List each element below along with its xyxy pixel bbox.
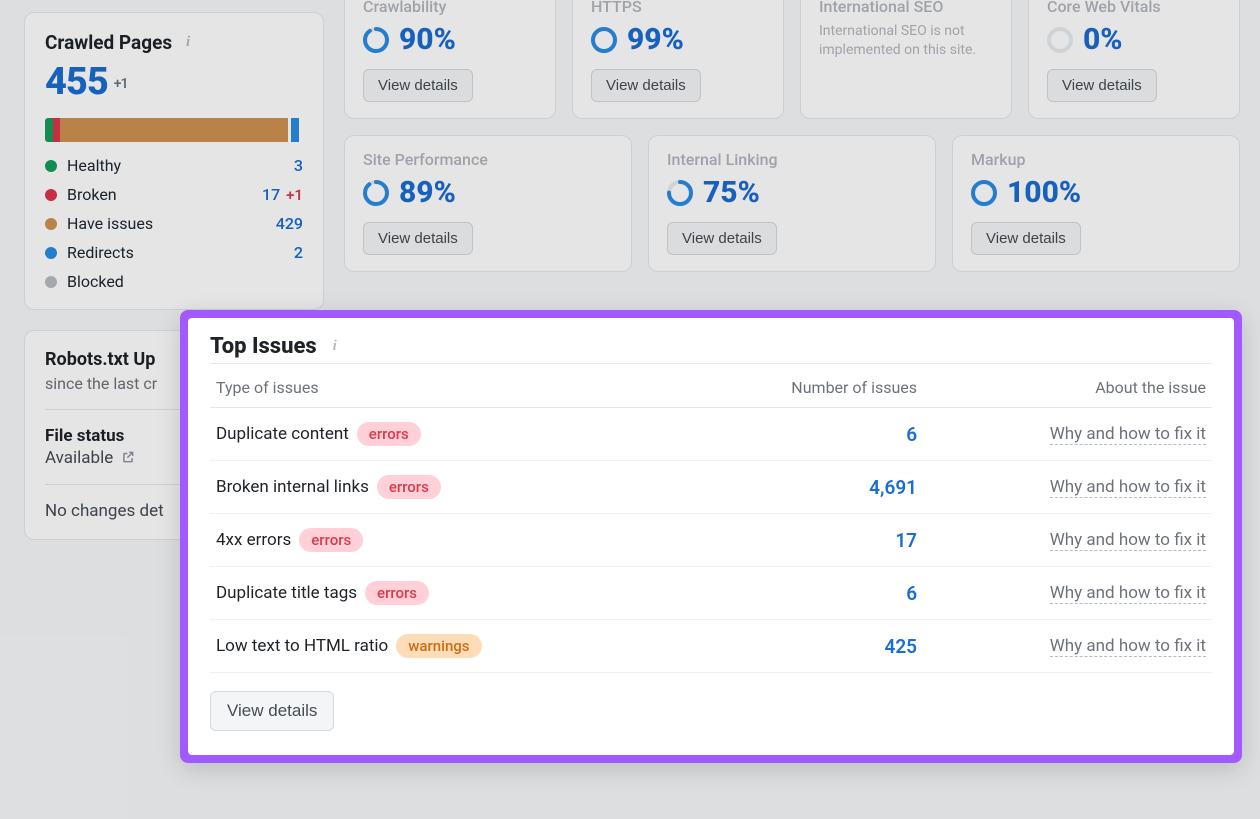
top-issues-highlight: Top Issues i Type of issues Number of is… [180, 310, 1242, 763]
external-link-icon [121, 450, 135, 464]
view-details-button[interactable]: View details [1047, 69, 1157, 102]
issue-badge: errors [357, 422, 421, 446]
legend-row[interactable]: Redirects2 [45, 243, 303, 262]
tile-value: 75% [667, 175, 917, 210]
table-row: Duplicate title tagserrors6 Why and how t… [210, 567, 1212, 620]
issue-count[interactable]: 17 [687, 514, 924, 567]
table-row: Broken internal linkserrors4,691 Why and … [210, 461, 1212, 514]
table-row: Duplicate contenterrors6 Why and how to f… [210, 408, 1212, 461]
legend-row[interactable]: Broken17 +1 [45, 185, 303, 204]
legend-value: 2 [267, 243, 303, 262]
col-type: Type of issues [210, 364, 687, 408]
tile-value: 89% [363, 175, 613, 210]
info-icon[interactable]: i [327, 339, 343, 355]
table-row: 4xx errorserrors17 Why and how to fix it [210, 514, 1212, 567]
metric-tile: Internal Linking 75% View details [648, 135, 936, 272]
legend-label: Blocked [67, 272, 303, 291]
issue-badge: errors [377, 475, 441, 499]
view-details-button[interactable]: View details [667, 222, 777, 255]
legend-label: Redirects [67, 243, 267, 262]
tile-value: 99% [591, 22, 765, 57]
legend-row[interactable]: Have issues429 [45, 214, 303, 233]
metric-tile: Markup 100% View details [952, 135, 1240, 272]
view-details-button[interactable]: View details [363, 222, 473, 255]
issue-count[interactable]: 425 [687, 620, 924, 673]
legend-value: 3 [267, 156, 303, 175]
tile-value: 90% [363, 22, 537, 57]
progress-ring-icon [1047, 27, 1073, 53]
top-issues-table: Type of issues Number of issues About th… [210, 363, 1212, 673]
issue-badge: warnings [396, 634, 481, 658]
col-number: Number of issues [687, 364, 924, 408]
issue-count[interactable]: 6 [687, 567, 924, 620]
tile-label: HTTPS [591, 0, 765, 16]
tile-message: International SEO is not implemented on … [819, 22, 993, 60]
fix-link[interactable]: Why and how to fix it [1050, 530, 1206, 551]
crawled-pages-card: Crawled Pages i 455+1 Healthy3 Broken17 +1… [24, 12, 324, 310]
tile-label: Core Web Vitals [1047, 0, 1221, 16]
issue-name[interactable]: Duplicate contenterrors [210, 408, 687, 461]
legend-dot-icon [45, 160, 57, 172]
view-details-button[interactable]: View details [971, 222, 1081, 255]
tile-label: Crawlability [363, 0, 537, 16]
tile-label: Site Performance [363, 150, 613, 169]
issue-name[interactable]: Duplicate title tagserrors [210, 567, 687, 620]
view-details-button[interactable]: View details [591, 69, 701, 102]
legend-value: 429 [267, 214, 303, 233]
table-row: Low text to HTML ratiowarnings425 Why and… [210, 620, 1212, 673]
crawled-pages-count[interactable]: 455+1 [45, 60, 303, 104]
legend-value: 17 [244, 185, 280, 204]
issue-name[interactable]: Low text to HTML ratiowarnings [210, 620, 687, 673]
view-details-button[interactable]: View details [210, 691, 334, 731]
metric-tile: International SEO International SEO is no… [800, 0, 1012, 119]
legend-dot-icon [45, 247, 57, 259]
issue-count[interactable]: 4,691 [687, 461, 924, 514]
crawled-pages-delta: +1 [114, 76, 128, 92]
issue-count[interactable]: 6 [687, 408, 924, 461]
fix-link[interactable]: Why and how to fix it [1050, 583, 1206, 604]
tile-label: Markup [971, 150, 1221, 169]
col-about: About the issue [923, 364, 1212, 408]
crawled-pages-title: Crawled Pages [45, 31, 172, 54]
top-issues-title: Top Issues [210, 334, 317, 359]
issue-badge: errors [365, 581, 429, 605]
progress-ring-icon [971, 180, 997, 206]
metric-tile: HTTPS 99% View details [572, 0, 784, 119]
metric-tile: Crawlability 90% View details [344, 0, 556, 119]
legend-dot-icon [45, 189, 57, 201]
view-details-button[interactable]: View details [363, 69, 473, 102]
progress-ring-icon [363, 180, 389, 206]
issue-name[interactable]: 4xx errorserrors [210, 514, 687, 567]
legend-label: Broken [67, 185, 244, 204]
legend-row[interactable]: Blocked [45, 272, 303, 291]
progress-ring-icon [363, 27, 389, 53]
progress-ring-icon [591, 27, 617, 53]
legend-delta: +1 [286, 186, 303, 204]
fix-link[interactable]: Why and how to fix it [1050, 636, 1206, 657]
metric-tile: Core Web Vitals 0% View details [1028, 0, 1240, 119]
metric-tile: Site Performance 89% View details [344, 135, 632, 272]
info-icon[interactable]: i [180, 35, 196, 51]
progress-ring-icon [667, 180, 693, 206]
legend-dot-icon [45, 218, 57, 230]
fix-link[interactable]: Why and how to fix it [1050, 424, 1206, 445]
issue-name[interactable]: Broken internal linkserrors [210, 461, 687, 514]
issue-badge: errors [299, 528, 363, 552]
legend-row[interactable]: Healthy3 [45, 156, 303, 175]
legend-dot-icon [45, 276, 57, 288]
tile-value: 0% [1047, 22, 1221, 57]
tile-value: 100% [971, 175, 1221, 210]
tile-label: Internal Linking [667, 150, 917, 169]
crawled-pages-bar [45, 118, 303, 142]
tile-label: International SEO [819, 0, 993, 16]
legend-label: Healthy [67, 156, 267, 175]
fix-link[interactable]: Why and how to fix it [1050, 477, 1206, 498]
legend-label: Have issues [67, 214, 267, 233]
